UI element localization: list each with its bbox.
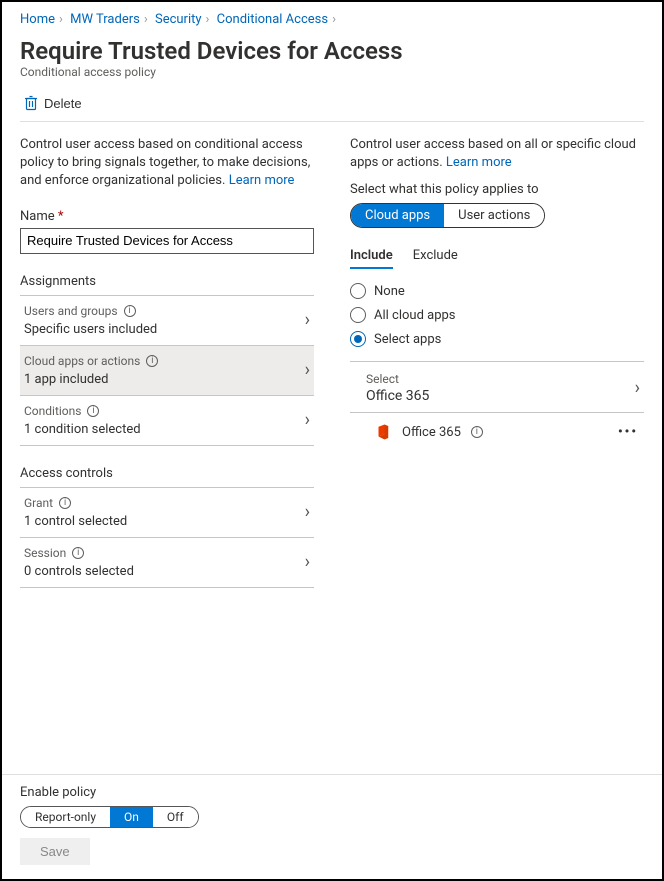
opt-report-only[interactable]: Report-only <box>21 807 110 827</box>
chevron-right-icon: › <box>202 12 214 27</box>
row-conditions[interactable]: Conditions i 1 condition selected › <box>20 396 314 446</box>
left-intro: Control user access based on conditional… <box>20 136 314 191</box>
row-grant-value: 1 control selected <box>24 514 312 529</box>
row-cloud-apps-value: 1 app included <box>24 372 312 387</box>
enable-policy-label: Enable policy <box>20 785 644 800</box>
info-icon[interactable]: i <box>471 426 483 438</box>
seg-cloud-apps[interactable]: Cloud apps <box>351 204 444 227</box>
app-item-office365: Office 365 i ••• <box>350 413 644 451</box>
row-session-title: Session <box>24 546 66 560</box>
more-icon[interactable]: ••• <box>618 425 638 440</box>
row-conditions-value: 1 condition selected <box>24 422 312 437</box>
info-icon[interactable]: i <box>87 405 99 417</box>
info-icon[interactable]: i <box>124 305 136 317</box>
select-value: Office 365 <box>366 388 640 404</box>
row-grant[interactable]: Grant i 1 control selected › <box>20 488 314 538</box>
row-cloud-apps[interactable]: Cloud apps or actions i 1 app included › <box>20 346 314 396</box>
info-icon[interactable]: i <box>146 355 158 367</box>
section-access-controls: Access controls <box>20 466 314 488</box>
breadcrumb-mw-traders[interactable]: MW Traders <box>70 12 140 27</box>
row-grant-title: Grant <box>24 496 53 510</box>
chevron-right-icon: › <box>305 502 310 523</box>
section-assignments: Assignments <box>20 274 314 296</box>
chevron-right-icon: › <box>305 360 310 381</box>
delete-button[interactable]: Delete <box>20 93 86 113</box>
row-session[interactable]: Session i 0 controls selected › <box>20 538 314 588</box>
row-users-and-groups[interactable]: Users and groups i Specific users includ… <box>20 296 314 346</box>
required-asterisk: * <box>58 209 64 224</box>
breadcrumb-security[interactable]: Security <box>155 12 202 27</box>
left-column: Control user access based on conditional… <box>20 136 314 588</box>
radio-none[interactable]: None <box>350 283 644 299</box>
trash-icon <box>24 95 38 111</box>
seg-user-actions[interactable]: User actions <box>444 204 544 227</box>
row-cloud-apps-title: Cloud apps or actions <box>24 354 140 368</box>
right-intro: Control user access based on all or spec… <box>350 136 644 172</box>
radio-none-label: None <box>374 284 405 299</box>
row-users-value: Specific users included <box>24 322 312 337</box>
chevron-right-icon: › <box>55 12 67 27</box>
chevron-right-icon: › <box>305 310 310 331</box>
chevron-right-icon: › <box>305 410 310 431</box>
opt-off[interactable]: Off <box>153 807 198 827</box>
applies-to-label: Select what this policy applies to <box>350 182 644 197</box>
tab-include[interactable]: Include <box>350 248 393 269</box>
info-icon[interactable]: i <box>72 547 84 559</box>
learn-more-link[interactable]: Learn more <box>446 155 512 170</box>
row-conditions-title: Conditions <box>24 404 81 418</box>
row-users-title: Users and groups <box>24 304 118 318</box>
chevron-right-icon: › <box>635 378 640 399</box>
select-label: Select <box>366 372 640 386</box>
name-input[interactable] <box>20 228 314 254</box>
chevron-right-icon: › <box>305 552 310 573</box>
footer: Enable policy Report-only On Off Save <box>2 774 662 879</box>
page-subtitle: Conditional access policy <box>20 65 644 79</box>
include-exclude-tabs: Include Exclude <box>350 248 644 269</box>
office365-icon <box>374 423 392 441</box>
toolbar: Delete <box>20 93 644 122</box>
select-apps-row[interactable]: Select Office 365 › <box>350 364 644 413</box>
chevron-right-icon: › <box>140 12 152 27</box>
learn-more-link[interactable]: Learn more <box>229 173 295 188</box>
radio-select-label: Select apps <box>374 332 441 347</box>
tab-exclude[interactable]: Exclude <box>413 248 458 269</box>
name-label: Name * <box>20 209 314 224</box>
breadcrumb: Home› MW Traders› Security› Conditional … <box>20 10 644 33</box>
save-button[interactable]: Save <box>20 838 90 865</box>
breadcrumb-conditional-access[interactable]: Conditional Access <box>217 12 328 27</box>
include-radios: None All cloud apps Select apps <box>350 283 644 347</box>
breadcrumb-home[interactable]: Home <box>20 12 55 27</box>
radio-all-label: All cloud apps <box>374 308 456 323</box>
info-icon[interactable]: i <box>59 497 71 509</box>
opt-on[interactable]: On <box>110 807 153 827</box>
enable-policy-toggle: Report-only On Off <box>20 806 199 828</box>
right-column: Control user access based on all or spec… <box>350 136 644 588</box>
row-session-value: 0 controls selected <box>24 564 312 579</box>
radio-select-apps[interactable]: Select apps <box>350 331 644 347</box>
chevron-right-icon: › <box>328 12 340 27</box>
divider <box>350 361 644 362</box>
page-title: Require Trusted Devices for Access <box>20 37 644 65</box>
radio-all-cloud-apps[interactable]: All cloud apps <box>350 307 644 323</box>
applies-to-toggle: Cloud apps User actions <box>350 203 545 228</box>
app-item-name: Office 365 <box>402 425 461 440</box>
delete-label: Delete <box>44 96 82 111</box>
